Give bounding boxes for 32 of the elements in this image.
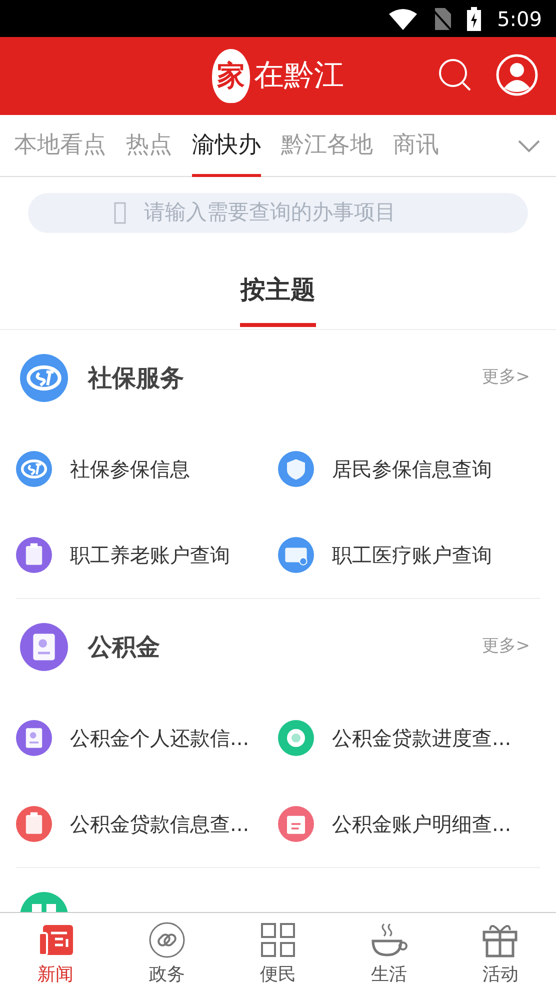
service-item[interactable]: 公积金贷款进度查... (278, 695, 540, 781)
service-item[interactable]: 公积金个人还款信... (16, 695, 278, 781)
no-sim-icon (433, 8, 452, 30)
nav-tab[interactable]: 新闻 (0, 913, 112, 990)
chevron-down-icon[interactable] (518, 138, 540, 152)
nav-tab[interactable]: 政务 (111, 913, 222, 990)
search-icon[interactable] (438, 58, 472, 92)
avatar-icon[interactable] (496, 54, 538, 96)
nav-tab[interactable]: 生活 (334, 913, 445, 990)
section-title: 社保服务 (88, 363, 184, 394)
section-title: 公积金 (88, 632, 160, 663)
search-field[interactable]: 请输入需要查询的办事项目 (28, 193, 528, 233)
link-icon (148, 921, 186, 959)
box-icon (114, 202, 126, 224)
service-item[interactable]: 职工医疗账户查询 (278, 512, 540, 598)
search-input[interactable]: 请输入需要查询的办事项目 (142, 196, 442, 230)
service-item[interactable]: 社保参保信息 (16, 426, 278, 512)
service-item[interactable]: 职工养老账户查询 (16, 512, 278, 598)
grid-icon (259, 921, 297, 959)
nav-tab[interactable]: 便民 (222, 913, 334, 990)
service-item[interactable]: 居民参保信息查询 (278, 426, 540, 512)
clock: 5:09 (497, 6, 542, 32)
wifi-icon (389, 8, 418, 30)
section-heading: 按主题 (239, 274, 316, 306)
service-item[interactable]: 公积金账户明细查... (278, 781, 540, 867)
nav-tab[interactable]: 活动 (444, 913, 556, 990)
logo-text: 在黔江 (254, 61, 344, 91)
battery-icon (467, 6, 482, 30)
tab[interactable]: 渝快办 (182, 114, 271, 176)
logo-seal: 家 (212, 49, 250, 103)
service-item[interactable]: 公积金贷款信息查... (16, 781, 278, 867)
cup-icon (370, 921, 408, 959)
